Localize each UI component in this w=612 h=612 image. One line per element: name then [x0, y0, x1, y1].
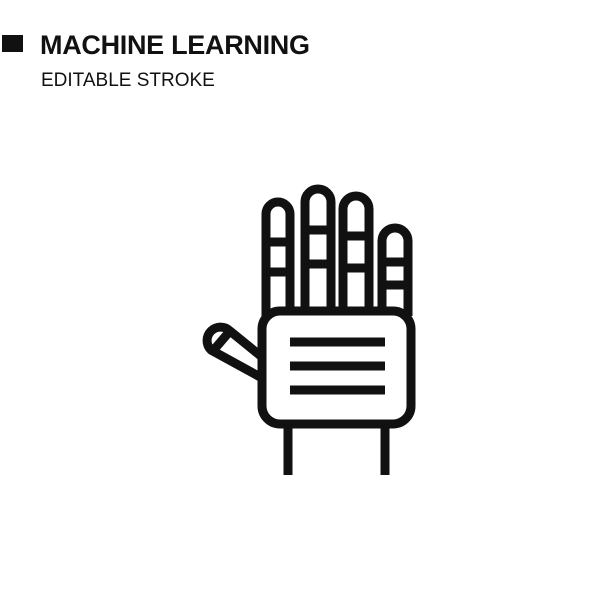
- finger-middle: [300, 184, 336, 309]
- finger-index: [261, 197, 295, 316]
- thumb: [202, 322, 265, 382]
- finger-ring: [338, 191, 374, 309]
- finger-pinky: [377, 223, 413, 316]
- robotic-hand-icon: [202, 184, 416, 475]
